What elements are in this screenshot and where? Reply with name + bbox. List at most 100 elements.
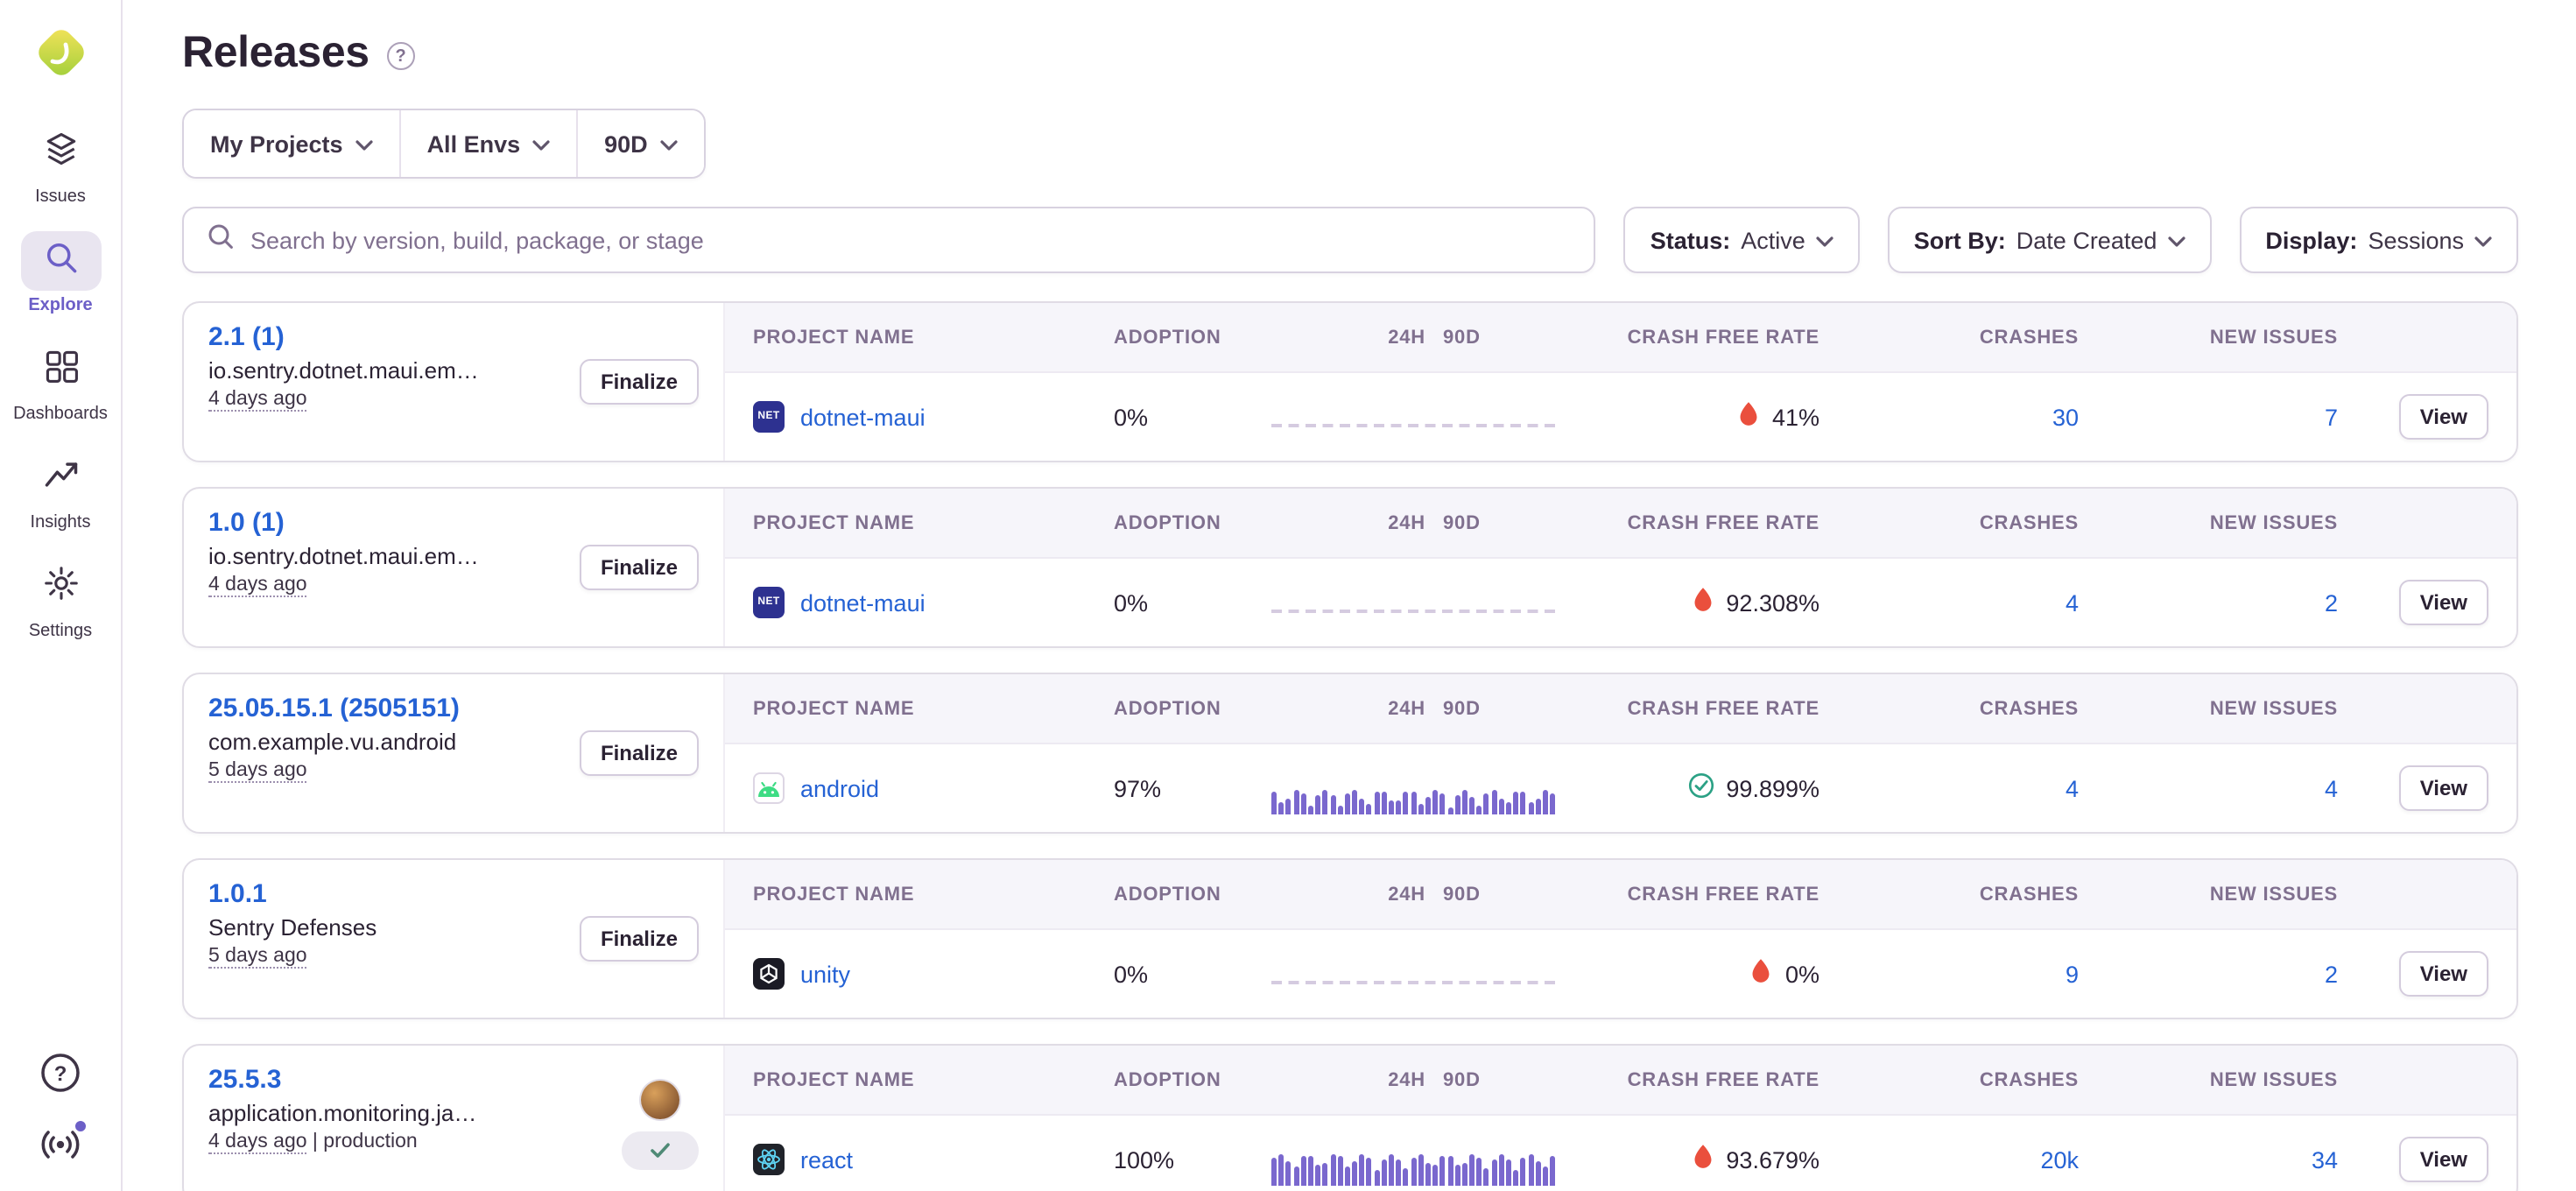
chart-24h-label: 24H (1388, 327, 1425, 348)
chevron-down-icon (532, 139, 550, 150)
chart-24h-label: 24H (1388, 512, 1425, 533)
release-table: PROJECT NAME ADOPTION 24H 90D CRASH FREE… (723, 303, 2516, 461)
crashes-count-link[interactable]: 9 (2066, 961, 2079, 987)
new-issues-count-link[interactable]: 2 (2325, 589, 2338, 616)
date-range-filter-button[interactable]: 90D (578, 110, 704, 177)
adoption-value: 0% (1114, 589, 1271, 616)
release-version-link[interactable]: 2.1 (1) (208, 322, 566, 352)
adoption-sparkline-empty (1271, 610, 1555, 613)
chart-24h-label: 24H (1388, 1069, 1425, 1090)
sidebar-item-settings[interactable]: Settings (6, 557, 115, 641)
release-package: com.example.vu.android (208, 729, 566, 755)
finalize-button[interactable]: Finalize (580, 916, 699, 962)
display-button[interactable]: Display: Sessions (2239, 207, 2518, 273)
view-button[interactable]: View (2399, 394, 2488, 440)
toolbar: Status: Active Sort By: Date Created Dis… (182, 207, 2518, 273)
crashes-header: CRASHES (1819, 512, 2079, 533)
sidebar-item-insights[interactable]: Insights (6, 448, 115, 532)
chart-range-header: 24H 90D (1271, 884, 1597, 905)
sidebar-item-dashboards[interactable]: Dashboards (6, 340, 115, 424)
release-version-link[interactable]: 25.5.3 (208, 1065, 608, 1095)
adoption-sparkline-empty (1271, 981, 1555, 984)
view-button[interactable]: View (2399, 580, 2488, 625)
adoption-value: 0% (1114, 404, 1271, 430)
sort-by-label: Sort By: (1914, 227, 2006, 253)
new-issues-header: NEW ISSUES (2079, 698, 2338, 719)
notification-dot (73, 1119, 87, 1133)
project-name-header: PROJECT NAME (753, 1069, 1114, 1090)
chart-24h-label: 24H (1388, 698, 1425, 719)
release-version-link[interactable]: 1.0 (1) (208, 508, 566, 538)
new-issues-header: NEW ISSUES (2079, 884, 2338, 905)
crashes-count-link[interactable]: 4 (2066, 775, 2079, 801)
release-table: PROJECT NAME ADOPTION 24H 90D CRASH FREE… (723, 860, 2516, 1018)
project-link[interactable]: dotnet-maui (800, 589, 926, 616)
crash-free-rate-value: 93.679% (1691, 1144, 1819, 1175)
adoption-value: 97% (1114, 775, 1271, 801)
adoption-sparkline-empty (1271, 424, 1555, 427)
project-link[interactable]: react (800, 1146, 853, 1173)
crashes-count-link[interactable]: 30 (2052, 404, 2079, 430)
project-name-header: PROJECT NAME (753, 884, 1114, 905)
project-link[interactable]: dotnet-maui (800, 404, 926, 430)
chevron-down-icon (1816, 236, 1833, 246)
release-summary: 25.5.3 application.monitoring.ja… 4 days… (184, 1046, 723, 1191)
crash-free-rate-header: CRASH FREE RATE (1597, 327, 1819, 348)
environment-filter-button[interactable]: All Envs (401, 110, 579, 177)
view-button[interactable]: View (2399, 951, 2488, 997)
crash-free-rate-header: CRASH FREE RATE (1597, 1069, 1819, 1090)
search-box (182, 207, 1596, 273)
adoption-chart-cell (1271, 415, 1597, 419)
help-icon[interactable]: ? (38, 1049, 83, 1095)
date-range-filter-label: 90D (604, 130, 648, 157)
sidebar-item-issues[interactable]: Issues (6, 123, 115, 207)
release-table: PROJECT NAME ADOPTION 24H 90D CRASH FREE… (723, 489, 2516, 646)
svg-text:?: ? (54, 1061, 67, 1085)
finalized-check-badge (622, 1131, 699, 1169)
release-version-link[interactable]: 1.0.1 (208, 879, 566, 909)
adoption-header: ADOPTION (1114, 884, 1271, 905)
page-filter-bar: My Projects All Envs 90D (182, 109, 706, 179)
project-link[interactable]: android (800, 775, 879, 801)
finalize-button[interactable]: Finalize (580, 545, 699, 590)
view-button[interactable]: View (2399, 1137, 2488, 1182)
crashes-count-link[interactable]: 20k (2040, 1146, 2079, 1173)
release-project-row: NET dotnet-maui 0% 41% 30 7 View (725, 373, 2516, 461)
flame-icon (1691, 587, 1714, 618)
releases-help-icon[interactable]: ? (387, 42, 415, 70)
release-version-link[interactable]: 25.05.15.1 (2505151) (208, 694, 566, 723)
dotnet-icon: NET (753, 401, 785, 433)
finalize-button[interactable]: Finalize (580, 359, 699, 405)
crashes-count-link[interactable]: 4 (2066, 589, 2079, 616)
insights-icon (41, 455, 80, 502)
view-button[interactable]: View (2399, 765, 2488, 811)
sentry-logo[interactable] (29, 21, 92, 84)
chart-range-header: 24H 90D (1271, 1069, 1597, 1090)
adoption-sparkline (1271, 1147, 1558, 1186)
release-table: PROJECT NAME ADOPTION 24H 90D CRASH FREE… (723, 1046, 2516, 1191)
sort-by-button[interactable]: Sort By: Date Created (1888, 207, 2212, 273)
new-issues-header: NEW ISSUES (2079, 512, 2338, 533)
release-summary: 1.0 (1) io.sentry.dotnet.maui.em… 4 days… (184, 489, 723, 646)
project-name-header: PROJECT NAME (753, 512, 1114, 533)
project-link[interactable]: unity (800, 961, 850, 987)
projects-filter-button[interactable]: My Projects (184, 110, 401, 177)
release-actions: Finalize (580, 322, 699, 441)
main-content: Releases ? My Projects All Envs 90D (123, 0, 2576, 1191)
new-issues-count-link[interactable]: 7 (2325, 404, 2338, 430)
sidebar-item-explore[interactable]: Explore (6, 231, 115, 315)
new-issues-count-link[interactable]: 4 (2325, 775, 2338, 801)
chart-range-header: 24H 90D (1271, 512, 1597, 533)
new-issues-count-link[interactable]: 2 (2325, 961, 2338, 987)
project-name-header: PROJECT NAME (753, 327, 1114, 348)
status-filter-label: Status: (1650, 227, 1731, 253)
search-input[interactable] (250, 227, 1572, 253)
release-project-row: android 97% 99.899% 4 4 View (725, 744, 2516, 832)
status-filter-button[interactable]: Status: Active (1624, 207, 1860, 273)
display-label: Display: (2265, 227, 2357, 253)
finalize-button[interactable]: Finalize (580, 730, 699, 776)
android-icon (753, 772, 785, 804)
dotnet-icon: NET (753, 587, 785, 618)
new-issues-count-link[interactable]: 34 (2312, 1146, 2338, 1173)
broadcast-icon[interactable] (38, 1121, 83, 1166)
